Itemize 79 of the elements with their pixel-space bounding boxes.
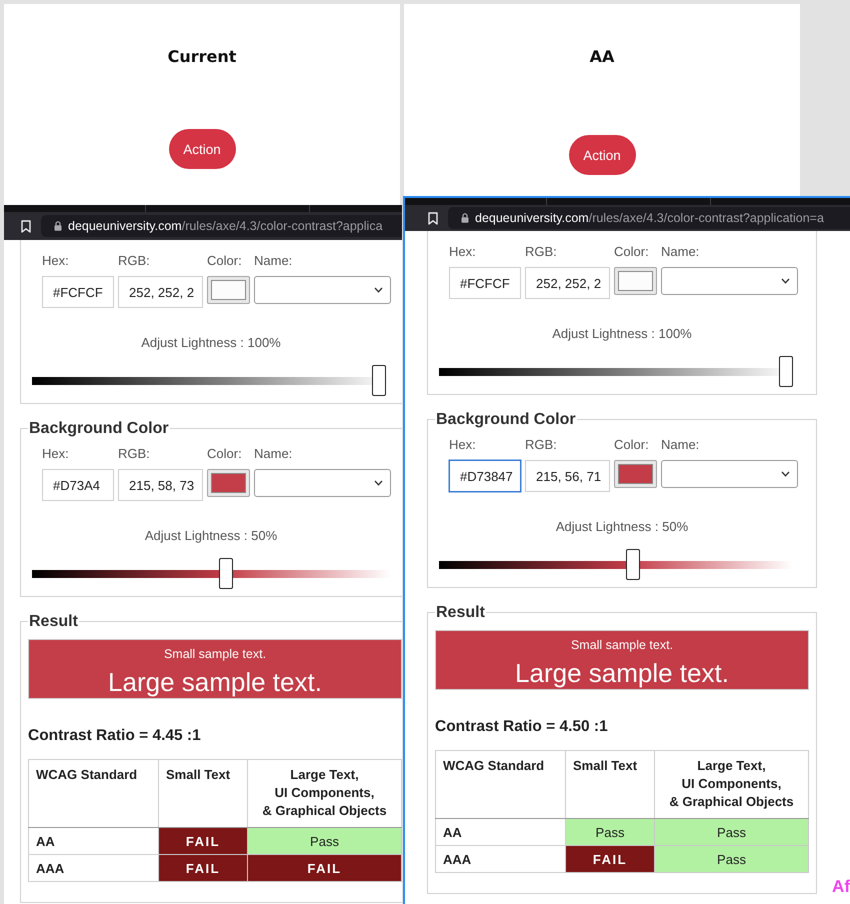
field-label: RGB: <box>118 253 151 269</box>
chevron-down-icon <box>781 278 790 284</box>
fail-cell: FAIL <box>158 854 248 882</box>
pass-cell: Pass <box>654 818 808 846</box>
pass-cell: Pass <box>566 818 654 846</box>
row-header: AA <box>436 818 566 846</box>
address-bar[interactable]: dequeuniversity.com/rules/axe/4.3/color-contrast?applica <box>41 215 402 237</box>
hex-field[interactable]: #FCFCF <box>449 267 521 299</box>
lightness-label: Adjust Lightness : 100% <box>551 326 693 342</box>
chevron-down-icon <box>374 480 383 486</box>
hex-field[interactable]: #D73847 <box>449 460 521 492</box>
field-label: Color: <box>207 446 243 462</box>
lock-icon <box>461 213 469 223</box>
fieldset-legend: Result <box>435 603 486 622</box>
large-sample-text: Large sample text. <box>108 667 322 697</box>
name-select[interactable] <box>254 276 391 304</box>
field-label: Name: <box>661 437 700 453</box>
contrast-ratio: Contrast Ratio = 4.50 :1 <box>435 717 609 736</box>
lock-icon <box>54 221 62 231</box>
field-label: Hex: <box>449 437 477 453</box>
pass-cell: Pass <box>248 828 402 854</box>
annotation-text: Af <box>832 877 850 897</box>
color-picker-button[interactable] <box>614 460 657 488</box>
hex-field[interactable]: #FCFCF <box>42 276 114 308</box>
lightness-label: Adjust Lightness : 50% <box>144 528 278 544</box>
bookmark-icon[interactable] <box>21 220 31 232</box>
slider-thumb[interactable] <box>626 549 640 580</box>
slider-thumb[interactable] <box>779 356 793 387</box>
name-select[interactable] <box>661 267 798 295</box>
bookmark-icon[interactable] <box>428 212 438 224</box>
field-label: RGB: <box>118 446 151 462</box>
contrast-ratio: Contrast Ratio = 4.45 :1 <box>28 726 202 745</box>
lightness-label: Adjust Lightness : 100% <box>140 335 282 351</box>
column-header: WCAG Standard <box>436 750 566 818</box>
action-button[interactable]: Action <box>568 135 636 175</box>
rgb-field[interactable]: 215, 56, 71 <box>525 460 610 492</box>
small-sample-text: Small sample text. <box>570 638 674 653</box>
field-label: Hex: <box>449 244 477 260</box>
field-label: Hex: <box>42 446 70 462</box>
row-header: AAA <box>436 846 566 872</box>
address-bar[interactable]: dequeuniversity.com/rules/axe/4.3/color-contrast?application=a <box>448 207 850 229</box>
field-label: Color: <box>614 244 650 260</box>
color-picker-button[interactable] <box>207 276 250 304</box>
card-title: Current <box>168 48 236 66</box>
field-label: Name: <box>254 446 294 462</box>
small-sample-text: Small sample text. <box>164 647 266 662</box>
rgb-field[interactable]: 215, 58, 73 <box>118 469 203 501</box>
pass-cell: Pass <box>654 846 808 872</box>
field-label: Name: <box>661 244 700 260</box>
row-header: AAA <box>28 854 158 882</box>
fail-cell: FAIL <box>566 846 654 872</box>
chevron-down-icon <box>781 471 790 477</box>
fieldset-legend: Result <box>28 612 79 631</box>
color-picker-button[interactable] <box>614 267 657 295</box>
rgb-field[interactable]: 252, 252, 2 <box>525 267 610 299</box>
field-label: Hex: <box>42 253 70 269</box>
slider-thumb[interactable] <box>219 558 233 589</box>
field-label: Name: <box>254 253 294 269</box>
fail-cell: FAIL <box>158 828 248 854</box>
fieldset-legend: Background Color <box>28 419 170 438</box>
action-button[interactable]: Action <box>168 129 236 169</box>
row-header: AA <box>28 828 158 854</box>
name-select[interactable] <box>254 469 391 497</box>
fieldset-legend: Background Color <box>435 410 577 429</box>
field-label: Color: <box>614 437 650 453</box>
large-sample-text: Large sample text. <box>515 658 729 688</box>
slider-thumb[interactable] <box>372 365 386 396</box>
field-label: RGB: <box>525 437 558 453</box>
chevron-down-icon <box>374 287 383 293</box>
color-picker-button[interactable] <box>207 469 250 497</box>
lightness-label: Adjust Lightness : 50% <box>554 519 690 535</box>
card-title: AA <box>590 48 614 66</box>
fail-cell: FAIL <box>248 854 402 882</box>
rgb-field[interactable]: 252, 252, 2 <box>118 276 203 308</box>
field-label: Color: <box>207 253 243 269</box>
name-select[interactable] <box>661 460 798 488</box>
hex-field[interactable]: #D73A4 <box>42 469 114 501</box>
column-header: WCAG Standard <box>28 760 158 828</box>
field-label: RGB: <box>525 244 558 260</box>
